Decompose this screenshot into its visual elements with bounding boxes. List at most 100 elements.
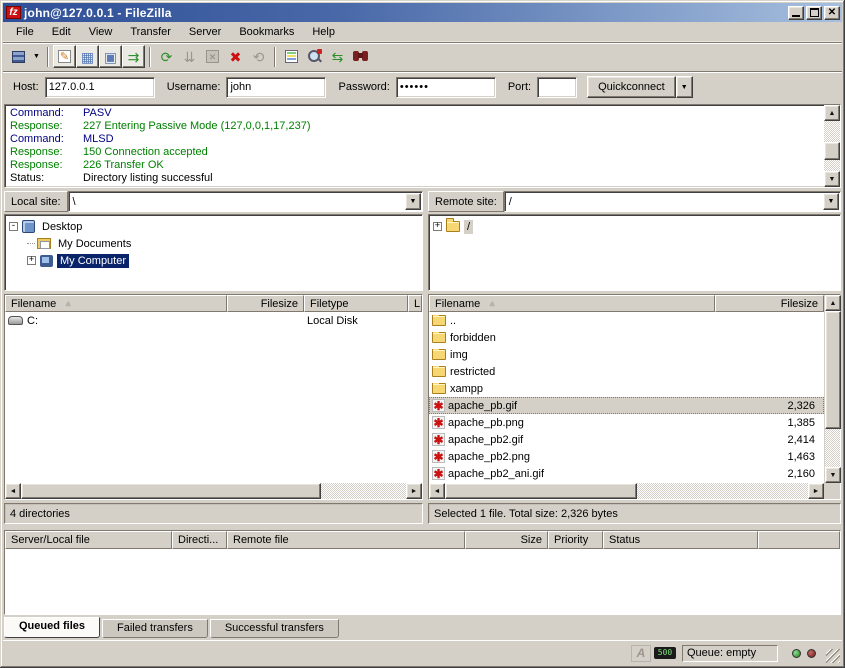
column-header-priority[interactable]: Priority [548, 531, 603, 549]
column-header-size[interactable]: Size [465, 531, 548, 549]
remote-list-body: .. forbidden img restricted [429, 312, 824, 483]
scroll-left-icon[interactable]: ◄ [5, 483, 21, 499]
toggle-message-log-button[interactable]: ✎ [53, 45, 76, 68]
collapse-icon[interactable]: - [9, 222, 18, 231]
toggle-remote-tree-button[interactable]: ▣ [99, 45, 122, 68]
menu-view[interactable]: View [80, 24, 122, 40]
disconnect-button[interactable]: ✖ [224, 45, 247, 68]
log-line: Response:150 Connection accepted [10, 146, 823, 159]
title-bar[interactable]: fz john@127.0.0.1 - FileZilla ✕ [3, 3, 842, 22]
resize-grip[interactable] [826, 649, 840, 663]
scroll-left-icon[interactable]: ◄ [429, 483, 445, 499]
toolbar-separator [149, 47, 151, 67]
scrollbar-thumb[interactable] [824, 142, 840, 160]
scroll-up-icon[interactable]: ▲ [824, 105, 840, 121]
scroll-right-icon[interactable]: ► [808, 483, 824, 499]
local-horizontal-scrollbar[interactable]: ◄ ► [5, 483, 422, 499]
maximize-button[interactable] [806, 6, 822, 20]
directory-comparison-button[interactable] [280, 45, 303, 68]
scroll-right-icon[interactable]: ► [406, 483, 422, 499]
host-input[interactable] [45, 77, 155, 98]
remote-dir-row[interactable]: restricted [429, 363, 824, 380]
column-header-remote-file[interactable]: Remote file [227, 531, 465, 549]
toggle-transfer-queue-button[interactable]: ⇉ [122, 45, 145, 68]
column-header-filesize[interactable]: Filesize [715, 295, 824, 312]
local-file-row[interactable]: C: Local Disk [5, 312, 422, 329]
menu-server[interactable]: Server [180, 24, 230, 40]
filezilla-window: fz john@127.0.0.1 - FileZilla ✕ File Edi… [0, 0, 845, 668]
site-manager-button[interactable] [7, 45, 30, 68]
menu-transfer[interactable]: Transfer [121, 24, 180, 40]
remote-dir-row[interactable]: img [429, 346, 824, 363]
tab-successful-transfers[interactable]: Successful transfers [210, 619, 339, 638]
tree-item-root[interactable]: + / [433, 218, 838, 235]
remote-dir-row[interactable]: forbidden [429, 329, 824, 346]
disconnect-icon: ✖ [230, 50, 242, 64]
remote-horizontal-scrollbar[interactable]: ◄ ► [429, 483, 824, 499]
remote-tree-icon: ▣ [104, 50, 117, 64]
column-header-server-local-file[interactable]: Server/Local file [5, 531, 172, 549]
column-header-filename[interactable]: Filename▲ [429, 295, 715, 312]
log-scrollbar[interactable]: ▲ ▼ [824, 105, 840, 187]
filter-icon [307, 49, 322, 64]
process-queue-button[interactable]: ⇊ [178, 45, 201, 68]
quickconnect-button[interactable]: Quickconnect [587, 76, 676, 98]
scroll-up-icon[interactable]: ▲ [825, 295, 841, 311]
tab-failed-transfers[interactable]: Failed transfers [102, 619, 208, 638]
synchronized-browsing-button[interactable]: ⇆ [326, 45, 349, 68]
column-header-filename[interactable]: Filename▲ [5, 295, 227, 312]
menu-file[interactable]: File [7, 24, 43, 40]
queue-body[interactable] [5, 549, 840, 614]
remote-file-row[interactable]: ✱apache_pb.png 1,385 [429, 414, 824, 431]
toggle-local-tree-button[interactable]: ▦ [76, 45, 99, 68]
scrollbar-thumb[interactable] [825, 311, 841, 429]
tree-item-my-documents[interactable]: My Documents [9, 235, 420, 252]
expand-icon[interactable]: + [433, 222, 442, 231]
expand-icon[interactable]: + [27, 256, 36, 265]
cancel-operation-button[interactable]: ✕ [201, 45, 224, 68]
scroll-down-icon[interactable]: ▼ [824, 171, 840, 187]
transfer-type-icon[interactable]: A [631, 645, 651, 662]
remote-file-row[interactable]: ✱apache_pb2_ani.gif 2,160 [429, 465, 824, 482]
refresh-button[interactable]: ⟳ [155, 45, 178, 68]
remote-file-row-selected[interactable]: ✱apache_pb.gif 2,326 [429, 397, 824, 414]
scrollbar-thumb[interactable] [445, 483, 637, 499]
remote-vertical-scrollbar[interactable]: ▲ ▼ [824, 295, 840, 483]
filename-filters-button[interactable] [303, 45, 326, 68]
password-input[interactable] [396, 77, 496, 98]
toolbar-separator [47, 47, 49, 67]
chevron-down-icon[interactable]: ▼ [405, 193, 421, 210]
speed-limit-icon[interactable]: 500 [654, 647, 676, 659]
remote-pane: Remote site: / ▼ + / Filename▲ Filesize [428, 190, 841, 528]
minimize-button[interactable] [788, 6, 804, 20]
remote-dir-row[interactable]: .. [429, 312, 824, 329]
column-header-direction[interactable]: Directi... [172, 531, 227, 549]
menu-edit[interactable]: Edit [43, 24, 80, 40]
port-input[interactable] [537, 77, 577, 98]
column-header-filetype[interactable]: Filetype [304, 295, 408, 312]
column-header-status[interactable]: Status [603, 531, 758, 549]
remote-dir-row[interactable]: xampp [429, 380, 824, 397]
reconnect-button[interactable]: ⟲ [247, 45, 270, 68]
scrollbar-thumb[interactable] [21, 483, 321, 499]
remote-file-row[interactable]: ✱apache_pb2.png 1,463 [429, 448, 824, 465]
column-header-filesize[interactable]: Filesize [227, 295, 304, 312]
local-site-combobox[interactable]: \ ▼ [68, 191, 423, 212]
file-search-button[interactable] [349, 45, 372, 68]
menu-help[interactable]: Help [303, 24, 344, 40]
chevron-down-icon[interactable]: ▼ [823, 193, 839, 210]
site-manager-dropdown[interactable]: ▼ [30, 45, 43, 68]
quickconnect-dropdown[interactable]: ▼ [676, 76, 693, 98]
scroll-down-icon[interactable]: ▼ [825, 467, 841, 483]
tab-queued-files[interactable]: Queued files [4, 617, 100, 638]
file-panes: Local site: \ ▼ - Desktop My Documents [3, 190, 842, 528]
menu-bookmarks[interactable]: Bookmarks [230, 24, 303, 40]
remote-site-combobox[interactable]: / ▼ [504, 191, 841, 212]
column-header-last-modified[interactable]: L [408, 295, 422, 312]
username-input[interactable] [226, 77, 326, 98]
local-list-body: C: Local Disk [5, 312, 422, 483]
tree-item-desktop[interactable]: - Desktop [9, 218, 420, 235]
remote-file-row[interactable]: ✱apache_pb2.gif 2,414 [429, 431, 824, 448]
tree-item-my-computer[interactable]: + My Computer [9, 252, 420, 269]
close-button[interactable]: ✕ [824, 6, 840, 20]
